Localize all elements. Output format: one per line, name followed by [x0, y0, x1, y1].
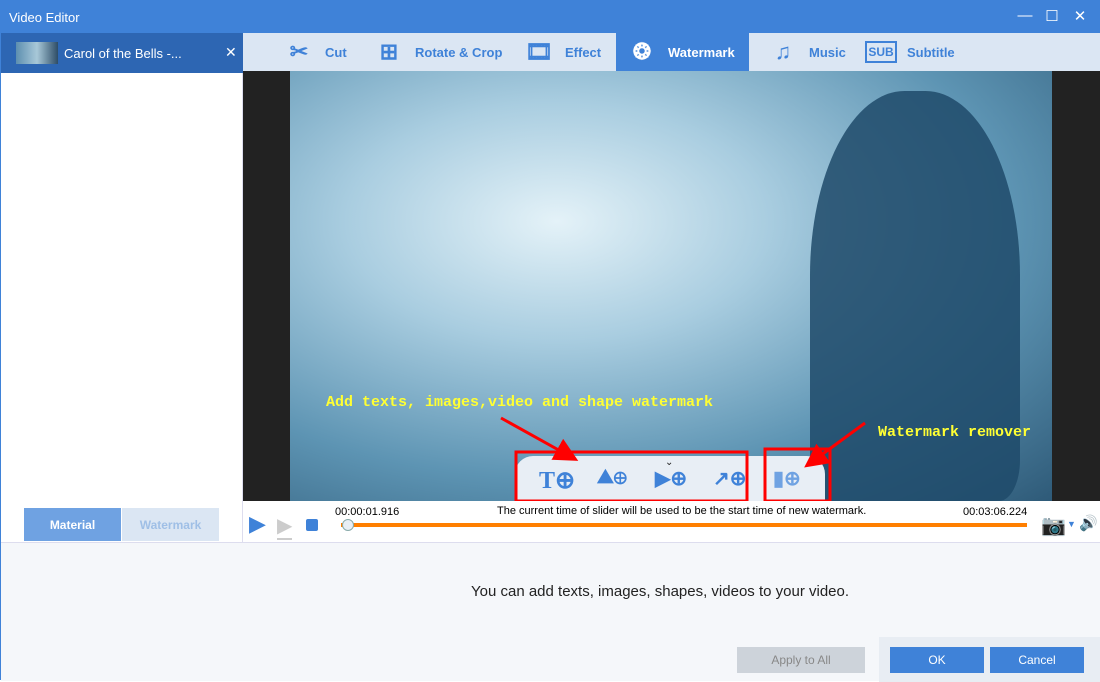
- play-segment-icon[interactable]: ▶: [277, 513, 293, 540]
- tab-label: Rotate & Crop: [415, 44, 503, 60]
- apply-to-all-button[interactable]: Apply to All: [737, 647, 865, 673]
- tab-rotate-crop[interactable]: ⊞ Rotate & Crop: [363, 33, 512, 71]
- add-tools-highlight: [514, 450, 749, 501]
- subtitle-icon: SUB: [865, 41, 897, 63]
- window-title: Video Editor: [9, 10, 80, 25]
- annotation-overlay: [500, 416, 866, 501]
- bottom-panel: You can add texts, images, shapes, video…: [1, 542, 1100, 682]
- file-tab[interactable]: Carol of the Bells -... ✕: [1, 33, 243, 73]
- tab-music[interactable]: ♫ Music: [757, 33, 856, 71]
- title-bar: Video Editor — ☐ ✕: [1, 1, 1100, 33]
- crop-icon: ⊞: [379, 39, 399, 64]
- ok-button[interactable]: OK: [890, 647, 984, 673]
- timeline-slider[interactable]: [341, 523, 1027, 527]
- file-name: Carol of the Bells -...: [64, 46, 182, 61]
- video-thumbnail: [16, 42, 58, 64]
- cancel-button[interactable]: Cancel: [990, 647, 1084, 673]
- play-icon[interactable]: ▶: [249, 511, 266, 537]
- total-time: 00:03:06.224: [963, 506, 1028, 518]
- scissors-icon: ✂: [289, 39, 309, 64]
- tab-cut[interactable]: ✂ Cut: [273, 33, 357, 71]
- slider-handle[interactable]: [341, 519, 354, 531]
- minimize-button[interactable]: —: [1015, 7, 1035, 24]
- music-icon: ♫: [774, 39, 792, 64]
- current-time: 00:00:01.916: [335, 506, 400, 518]
- arrow-remover: [804, 421, 866, 468]
- effect-icon: 🎞: [525, 39, 553, 64]
- tab-label: Cut: [325, 44, 347, 60]
- info-message: You can add texts, images, shapes, video…: [471, 583, 850, 600]
- watermark-icon: ❂: [632, 39, 652, 64]
- maximize-button[interactable]: ☐: [1042, 7, 1062, 25]
- volume-icon[interactable]: 🔊: [1079, 514, 1098, 532]
- watermark-tab[interactable]: Watermark: [122, 508, 219, 541]
- tab-subtitle[interactable]: SUB Subtitle: [855, 33, 965, 71]
- sidebar: Carol of the Bells -... ✕ Material Water…: [1, 33, 243, 542]
- video-preview: T⊕ ⛰⊕ ⌄ ▶⊕ ↗⊕ ▮⊕ Add texts, images,video…: [243, 71, 1100, 501]
- tab-label: Effect: [565, 44, 602, 60]
- tab-effect[interactable]: 🎞 Effect: [513, 33, 611, 71]
- player-controls: ▶ ▶ 00:00:01.916 The current time of sli…: [243, 501, 1100, 542]
- tab-label: Music: [809, 44, 846, 60]
- close-button[interactable]: ✕: [1070, 7, 1090, 25]
- stop-icon[interactable]: [306, 519, 318, 531]
- camera-icon[interactable]: 📷: [1041, 513, 1066, 538]
- tab-label: Subtitle: [907, 44, 955, 60]
- tab-watermark[interactable]: ❂ Watermark: [616, 33, 749, 71]
- tab-label: Watermark: [668, 44, 735, 60]
- toolbar: ✂ Cut ⊞ Rotate & Crop 🎞 Effect ❂ Watermark ♫…: [243, 33, 1100, 71]
- material-tab[interactable]: Material: [24, 508, 121, 541]
- close-file-icon[interactable]: ✕: [225, 44, 237, 61]
- slider-hint: The current time of slider will be used …: [497, 505, 867, 517]
- camera-dropdown-icon[interactable]: ▼: [1067, 519, 1076, 529]
